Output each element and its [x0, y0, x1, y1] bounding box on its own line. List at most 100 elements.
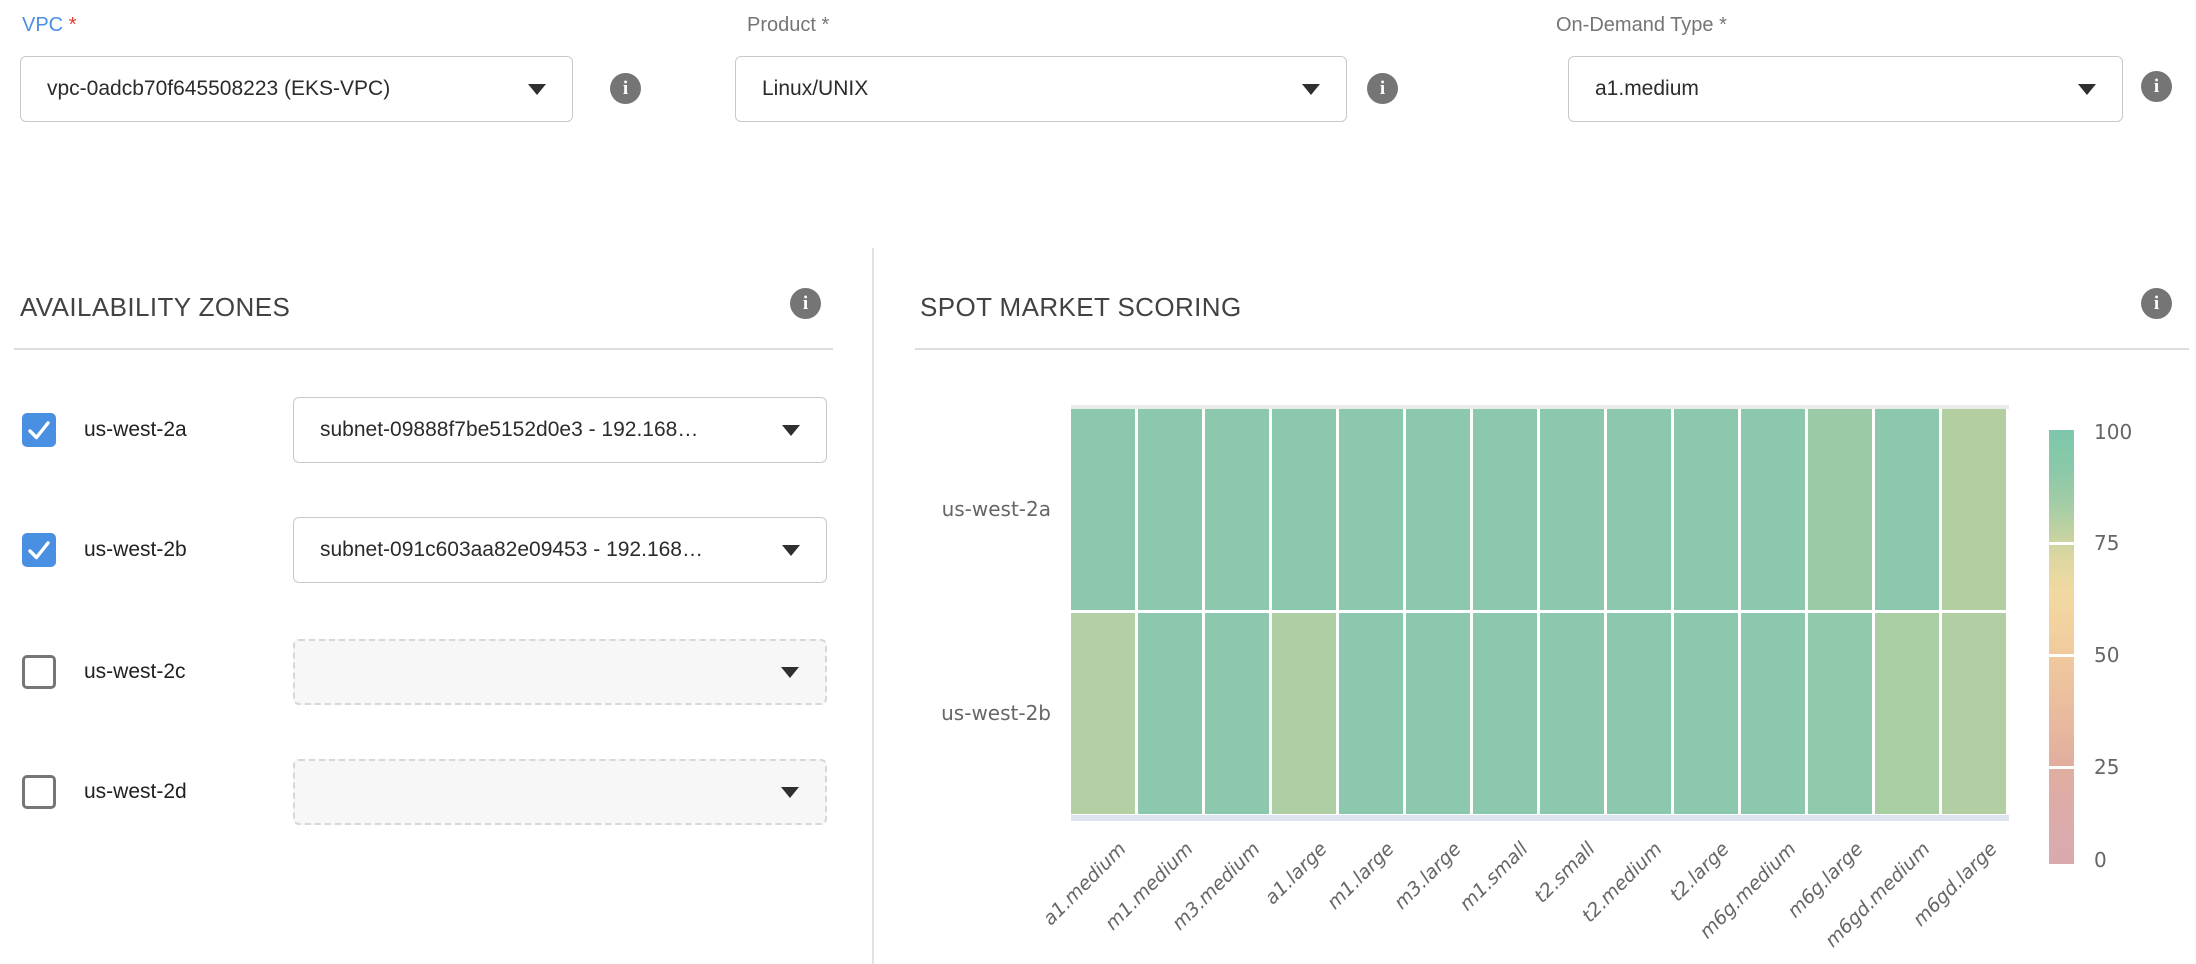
az-row-us-west-2d: us-west-2d — [0, 732, 872, 852]
heatmap-bottom-strip — [1071, 815, 2009, 821]
heatmap-cell-us-west-2b-t2.large — [1674, 613, 1738, 814]
info-glyph: i — [1380, 78, 1385, 100]
info-glyph: i — [2154, 293, 2159, 315]
colorbar-tick-label-50: 50 — [2094, 643, 2119, 667]
az-row-us-west-2a: us-west-2a subnet-09888f7be5152d0e3 - 192… — [0, 370, 872, 490]
chevron-down-icon — [2078, 84, 2096, 95]
az-row-us-west-2c: us-west-2c — [0, 612, 872, 732]
heatmap-cell-us-west-2b-m6g.large — [1808, 613, 1872, 814]
az-label-us-west-2a: us-west-2a — [84, 370, 187, 490]
heatmap-cell-us-west-2b-m1.small — [1473, 613, 1537, 814]
info-glyph: i — [2154, 76, 2159, 98]
product-select[interactable]: Linux/UNIX — [735, 56, 1347, 122]
colorbar-tick-label-100: 100 — [2094, 420, 2132, 444]
heatmap-cell-us-west-2a-m6g.medium — [1741, 409, 1805, 610]
heatmap-cell-us-west-2a-m6gd.large — [1942, 409, 2006, 610]
subnet-select-value: subnet-09888f7be5152d0e3 - 192.168… — [320, 418, 768, 442]
heatmap-row-label-us-west-2a: us-west-2a — [891, 497, 1051, 521]
colorbar-tick-label-0: 0 — [2094, 848, 2107, 872]
on-demand-type-select[interactable]: a1.medium — [1568, 56, 2123, 122]
spot-market-info-icon[interactable]: i — [2141, 288, 2172, 319]
heatmap-cell-us-west-2a-m6g.large — [1808, 409, 1872, 610]
heatmap-col-label-m1.small: m1.small — [1455, 838, 1532, 915]
heatmap-cell-us-west-2b-a1.medium — [1071, 613, 1135, 814]
heatmap-cell-us-west-2b-m6gd.large — [1942, 613, 2006, 814]
info-glyph: i — [803, 293, 808, 315]
chevron-down-icon — [1302, 84, 1320, 95]
az-checkbox-us-west-2a[interactable] — [22, 413, 56, 447]
heatmap-col-label-m1.large: m1.large — [1322, 838, 1398, 914]
heatmap-cell-us-west-2b-a1.large — [1272, 613, 1336, 814]
heatmap-cell-us-west-2b-m6gd.medium — [1875, 613, 1939, 814]
heatmap-cell-us-west-2a-m1.medium — [1138, 409, 1202, 610]
heatmap-col-label-a1.large: a1.large — [1260, 838, 1331, 909]
az-checkbox-us-west-2b[interactable] — [22, 533, 56, 567]
colorbar-tick-line-0 — [2049, 542, 2074, 545]
heatmap-cell-us-west-2b-m1.medium — [1138, 613, 1202, 814]
chevron-down-icon — [782, 545, 800, 556]
chevron-down-icon — [781, 667, 799, 678]
vpc-select-value: vpc-0adcb70f645508223 (EKS-VPC) — [47, 77, 514, 101]
subnet-select-us-west-2a[interactable]: subnet-09888f7be5152d0e3 - 192.168… — [293, 397, 827, 463]
vpc-select[interactable]: vpc-0adcb70f645508223 (EKS-VPC) — [20, 56, 573, 122]
chevron-down-icon — [781, 787, 799, 798]
heatmap-cell-us-west-2a-t2.small — [1540, 409, 1604, 610]
product-select-value: Linux/UNIX — [762, 77, 1288, 101]
heatmap-cell-us-west-2a-m6gd.medium — [1875, 409, 1939, 610]
info-glyph: i — [623, 78, 628, 100]
colorbar-tick-label-25: 25 — [2094, 755, 2119, 779]
heatmap-cell-us-west-2a-m3.medium — [1205, 409, 1269, 610]
subnet-select-value: subnet-091c603aa82e09453 - 192.168… — [320, 538, 768, 562]
product-required-mark: * — [822, 14, 830, 36]
checkmark-icon — [22, 533, 56, 567]
heatmap-cell-us-west-2b-m1.large — [1339, 613, 1403, 814]
on-demand-required-mark: * — [1719, 14, 1727, 36]
heatmap-col-label-t2.large: t2.large — [1665, 838, 1733, 906]
heatmap-cell-us-west-2b-t2.small — [1540, 613, 1604, 814]
az-row-us-west-2b: us-west-2b subnet-091c603aa82e09453 - 192… — [0, 490, 872, 610]
heatmap-colorbar — [2049, 430, 2074, 864]
checkmark-icon — [22, 413, 56, 447]
vpc-required-mark: * — [69, 14, 77, 36]
availability-zones-title: AVAILABILITY ZONES — [20, 292, 290, 323]
on-demand-info-icon[interactable]: i — [2141, 71, 2172, 102]
product-info-icon[interactable]: i — [1367, 73, 1398, 104]
subnet-select-us-west-2b[interactable]: subnet-091c603aa82e09453 - 192.168… — [293, 517, 827, 583]
availability-zones-info-icon[interactable]: i — [790, 288, 821, 319]
subnet-select-us-west-2d — [293, 759, 827, 825]
heatmap-cell-us-west-2a-m1.large — [1339, 409, 1403, 610]
heatmap-col-label-m3.large: m3.large — [1389, 838, 1465, 914]
on-demand-type-select-value: a1.medium — [1595, 77, 2064, 101]
heatmap-cell-us-west-2a-a1.large — [1272, 409, 1336, 610]
az-checkbox-us-west-2c[interactable] — [22, 655, 56, 689]
heatmap-cell-us-west-2b-t2.medium — [1607, 613, 1671, 814]
heatmap-row-label-us-west-2b: us-west-2b — [891, 701, 1051, 725]
heatmap-cell-us-west-2b-m3.medium — [1205, 613, 1269, 814]
spot-market-scoring-title: SPOT MARKET SCORING — [920, 292, 1242, 323]
heatmap-cell-us-west-2a-m1.small — [1473, 409, 1537, 610]
subnet-select-us-west-2c — [293, 639, 827, 705]
heatmap-cell-us-west-2b-m3.large — [1406, 613, 1470, 814]
heatmap-cell-us-west-2a-t2.large — [1674, 409, 1738, 610]
colorbar-tick-label-75: 75 — [2094, 531, 2119, 555]
heatmap-cell-us-west-2a-t2.medium — [1607, 409, 1671, 610]
product-label: Product * — [747, 14, 829, 37]
vpc-info-icon[interactable]: i — [610, 73, 641, 104]
az-label-us-west-2b: us-west-2b — [84, 490, 187, 610]
chevron-down-icon — [782, 425, 800, 436]
colorbar-tick-line-1 — [2049, 654, 2074, 657]
az-label-us-west-2c: us-west-2c — [84, 612, 186, 732]
heatmap-cell-us-west-2b-m6g.medium — [1741, 613, 1805, 814]
availability-zones-divider — [14, 348, 833, 350]
colorbar-tick-line-2 — [2049, 766, 2074, 769]
az-checkbox-us-west-2d[interactable] — [22, 775, 56, 809]
on-demand-type-label: On-Demand Type * — [1556, 14, 1727, 37]
page: VPC * vpc-0adcb70f645508223 (EKS-VPC) i … — [0, 0, 2196, 964]
section-divider — [872, 248, 874, 964]
heatmap-col-label-t2.small: t2.small — [1530, 838, 1599, 907]
az-label-us-west-2d: us-west-2d — [84, 732, 187, 852]
spot-market-divider — [915, 348, 2189, 350]
heatmap-cell-us-west-2a-m3.large — [1406, 409, 1470, 610]
chevron-down-icon — [528, 84, 546, 95]
vpc-label: VPC * — [22, 14, 76, 37]
